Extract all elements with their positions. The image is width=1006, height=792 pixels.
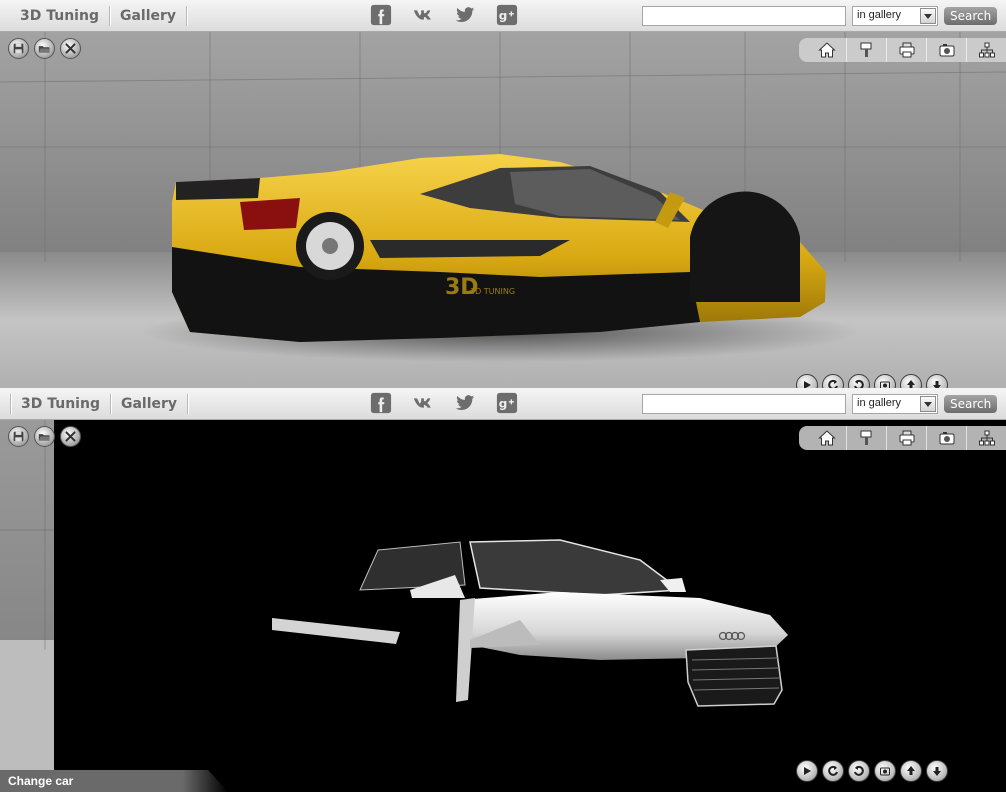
search-scope-select[interactable]: in gallery (852, 6, 938, 26)
facebook-icon[interactable] (370, 392, 392, 414)
garage-scene: 3D 3D TUNING (0, 32, 1006, 388)
social-links: g (370, 392, 518, 414)
paint-brush-icon[interactable] (847, 38, 887, 62)
play-icon[interactable] (796, 374, 818, 388)
search-scope-select[interactable]: in gallery (852, 394, 938, 414)
nav-divider (186, 6, 188, 26)
play-icon[interactable] (796, 760, 818, 782)
garage-scene (0, 420, 1006, 792)
file-toolbar (8, 426, 81, 447)
save-icon[interactable] (8, 38, 29, 59)
save-icon[interactable] (8, 426, 29, 447)
view-controls (796, 374, 948, 388)
tools-icon[interactable] (60, 38, 81, 59)
main-nav: 3D Tuning Gallery (10, 0, 188, 32)
car-viewer-2[interactable]: Change car (0, 420, 1006, 792)
download-icon[interactable] (926, 374, 948, 388)
download-icon[interactable] (926, 760, 948, 782)
main-nav: 3D Tuning Gallery (10, 388, 189, 420)
view-controls (796, 760, 948, 782)
upload-icon[interactable] (900, 760, 922, 782)
sitemap-icon[interactable] (967, 38, 1006, 62)
twitter-icon[interactable] (454, 4, 476, 26)
twitter-icon[interactable] (454, 392, 476, 414)
rotate-left-icon[interactable] (822, 760, 844, 782)
search-button[interactable]: Search (944, 7, 998, 25)
nav-divider (187, 394, 189, 414)
search-input[interactable] (642, 6, 846, 26)
view-toolbar (799, 38, 1006, 62)
nav-3d-tuning[interactable]: 3D Tuning (11, 394, 110, 414)
google-plus-icon[interactable]: g (496, 4, 518, 26)
print-icon[interactable] (887, 426, 927, 450)
camera-icon[interactable] (927, 38, 967, 62)
header-bar: 3D Tuning Gallery g in gallery Search (0, 388, 1006, 420)
search-button[interactable]: Search (944, 395, 998, 413)
open-icon[interactable] (34, 38, 55, 59)
google-plus-icon[interactable]: g (496, 392, 518, 414)
view-toolbar (799, 426, 1006, 450)
rotate-right-icon[interactable] (848, 374, 870, 388)
car-logo-text: 3D TUNING (470, 287, 515, 296)
upload-icon[interactable] (900, 374, 922, 388)
camera-icon[interactable] (927, 426, 967, 450)
vk-icon[interactable] (412, 4, 434, 26)
home-icon[interactable] (807, 38, 847, 62)
home-icon[interactable] (807, 426, 847, 450)
chevron-down-icon (920, 396, 936, 412)
print-icon[interactable] (887, 38, 927, 62)
facebook-icon[interactable] (370, 4, 392, 26)
vk-icon[interactable] (412, 392, 434, 414)
search-scope-value: in gallery (857, 397, 902, 409)
file-toolbar (8, 38, 81, 59)
nav-gallery[interactable]: Gallery (110, 6, 186, 26)
svg-text:g: g (499, 9, 508, 23)
change-car-button[interactable]: Change car (0, 770, 228, 792)
search-area: in gallery Search (642, 6, 998, 26)
svg-text:g: g (499, 397, 508, 411)
app: 3D Tuning Gallery g in gallery Search 3D… (0, 0, 1006, 792)
search-input[interactable] (642, 394, 846, 414)
camera-reset-icon[interactable] (874, 374, 896, 388)
search-scope-value: in gallery (857, 9, 902, 21)
nav-gallery[interactable]: Gallery (111, 394, 187, 414)
car-viewer-1[interactable]: 3D 3D TUNING (0, 32, 1006, 388)
nav-3d-tuning[interactable]: 3D Tuning (10, 6, 109, 26)
tools-icon[interactable] (60, 426, 81, 447)
chevron-down-icon (920, 8, 936, 24)
search-area: in gallery Search (642, 394, 998, 414)
camera-reset-icon[interactable] (874, 760, 896, 782)
open-icon[interactable] (34, 426, 55, 447)
header-bar: 3D Tuning Gallery g in gallery Search (0, 0, 1006, 32)
social-links: g (370, 4, 518, 26)
paint-brush-icon[interactable] (847, 426, 887, 450)
rotate-left-icon[interactable] (822, 374, 844, 388)
sitemap-icon[interactable] (967, 426, 1006, 450)
rotate-right-icon[interactable] (848, 760, 870, 782)
